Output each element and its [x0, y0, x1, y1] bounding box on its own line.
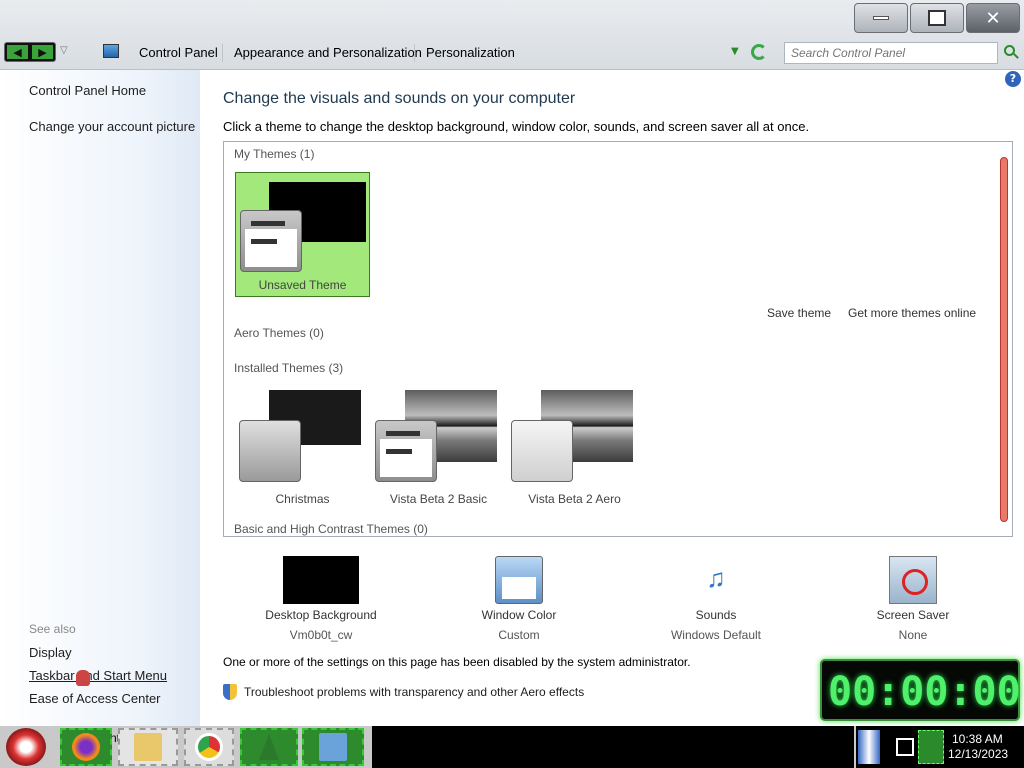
taskbar-control-panel[interactable] [302, 728, 364, 766]
instruction-text: Click a theme to change the desktop back… [223, 119, 810, 134]
theme-label: Unsaved Theme [258, 278, 347, 292]
timer-display: 00:00:00 [828, 669, 1021, 715]
group-basic-high-contrast: Basic and High Contrast Themes (0) [234, 522, 428, 536]
disabled-settings-message: One or more of the settings on this page… [223, 655, 691, 669]
back-button[interactable]: ◀ [7, 45, 28, 59]
window-color-icon [495, 556, 543, 604]
clock-date[interactable]: 12/13/2023 [948, 747, 1008, 761]
title-bar: ✕ ◀ ▶ ▽ Control Panel Appearance and Per… [0, 0, 1024, 70]
breadcrumb-personalization[interactable]: Personalization [426, 45, 515, 60]
theme-label: Vista Beta 2 Aero [528, 492, 621, 506]
search-icon[interactable] [1004, 45, 1015, 56]
screen-saver-icon [889, 556, 937, 604]
help-icon[interactable]: ? [1005, 71, 1021, 87]
link-change-account-picture[interactable]: Change your account picture [29, 119, 195, 134]
breadcrumb-appearance[interactable]: Appearance and Personalization [234, 45, 422, 60]
minimize-icon [873, 16, 889, 20]
taskbar-firefox[interactable] [60, 728, 112, 766]
breadcrumb-control-panel[interactable]: Control Panel [139, 45, 218, 60]
get-more-themes-link[interactable]: Get more themes online [848, 306, 976, 320]
address-dropdown-icon[interactable]: ▼ [731, 46, 739, 57]
taskbar: ntrol Ap 10:38 AM 12/13/2023 [0, 726, 1024, 768]
theme-vista-beta-2-aero[interactable]: Vista Beta 2 Aero [507, 387, 642, 507]
close-button[interactable]: ✕ [966, 3, 1020, 33]
see-also-heading: See also [29, 622, 76, 636]
timer-widget[interactable]: 00:00:00 [820, 659, 1021, 721]
taskbar-explorer[interactable] [118, 728, 178, 766]
hand-cursor-icon [76, 670, 90, 686]
group-aero-themes: Aero Themes (0) [234, 326, 324, 340]
language-flag-icon[interactable] [858, 730, 880, 764]
link-ease-of-access[interactable]: Ease of Access Center [29, 691, 161, 706]
theme-list: My Themes (1) Unsaved Theme Save theme G… [223, 141, 1013, 537]
firefox-icon [72, 733, 100, 761]
troubleshoot-aero-link[interactable]: Troubleshoot problems with transparency … [244, 685, 584, 699]
setting-value: Windows Default [670, 628, 762, 642]
sounds-setting[interactable]: ♫ Sounds Windows Default [641, 556, 791, 642]
link-control-panel-home[interactable]: Control Panel Home [29, 83, 146, 98]
chrome-icon [195, 733, 223, 761]
restore-icon [928, 6, 952, 26]
taskbar-christmas-app[interactable] [240, 728, 298, 766]
setting-value: None [898, 628, 928, 642]
left-pane: Control Panel Home Change your account p… [0, 70, 200, 726]
taskbar-empty-area [372, 726, 854, 768]
theme-preview-window-icon [511, 420, 573, 482]
setting-name: Desktop Background [265, 608, 377, 622]
group-installed-themes: Installed Themes (3) [234, 361, 344, 375]
theme-preview-window-icon [240, 210, 302, 272]
window-color-setting[interactable]: Window Color Custom [444, 556, 594, 642]
theme-vista-beta-2-basic[interactable]: Vista Beta 2 Basic [371, 387, 506, 507]
sounds-icon: ♫ [706, 563, 726, 593]
taskbar-chrome[interactable] [184, 728, 234, 766]
setting-name: Window Color [481, 608, 557, 622]
search-input[interactable] [784, 42, 998, 64]
save-theme-link[interactable]: Save theme [767, 306, 831, 320]
setting-value: Vm0b0t_cw [289, 628, 353, 642]
close-icon: ✕ [985, 7, 1001, 29]
page-title: Change the visuals and sounds on your co… [223, 90, 576, 107]
start-button[interactable] [6, 728, 46, 766]
christmas-tree-icon [259, 734, 279, 760]
control-panel-icon [103, 44, 119, 58]
shield-icon [223, 684, 237, 700]
theme-label: Christmas [275, 492, 330, 506]
restore-button[interactable] [910, 3, 964, 33]
desktop-background-setting[interactable]: Desktop Background Vm0b0t_cw [246, 556, 396, 642]
screen-saver-setting[interactable]: Screen Saver None [838, 556, 988, 642]
setting-value: Custom [498, 628, 540, 642]
volume-icon[interactable] [918, 730, 944, 764]
folder-icon [134, 733, 162, 761]
clock-time[interactable]: 10:38 AM [952, 732, 1003, 746]
theme-unsaved[interactable]: Unsaved Theme [235, 172, 370, 297]
forward-button[interactable]: ▶ [32, 45, 53, 59]
network-icon[interactable] [896, 738, 914, 756]
nav-buttons: ◀ ▶ [4, 42, 56, 62]
breadcrumb-separator [222, 44, 223, 62]
breadcrumb-separator [414, 44, 415, 62]
recent-pages-dropdown[interactable]: ▽ [60, 45, 68, 56]
theme-preview-window-icon [375, 420, 437, 482]
theme-christmas[interactable]: Christmas [235, 387, 370, 507]
control-panel-icon [319, 733, 347, 761]
setting-name: Screen Saver [876, 608, 950, 622]
theme-list-scrollbar[interactable] [1000, 157, 1008, 522]
system-tray: 10:38 AM 12/13/2023 [856, 726, 1024, 768]
desktop-background-icon [283, 556, 359, 604]
link-display[interactable]: Display [29, 645, 72, 660]
refresh-icon[interactable] [751, 44, 767, 60]
minimize-button[interactable] [854, 3, 908, 33]
theme-label: Vista Beta 2 Basic [389, 492, 488, 506]
link-taskbar-start-menu[interactable]: Taskbar and Start Menu [29, 668, 167, 683]
setting-name: Sounds [695, 608, 737, 622]
theme-preview-window-icon [239, 420, 301, 482]
group-my-themes: My Themes (1) [234, 147, 315, 161]
